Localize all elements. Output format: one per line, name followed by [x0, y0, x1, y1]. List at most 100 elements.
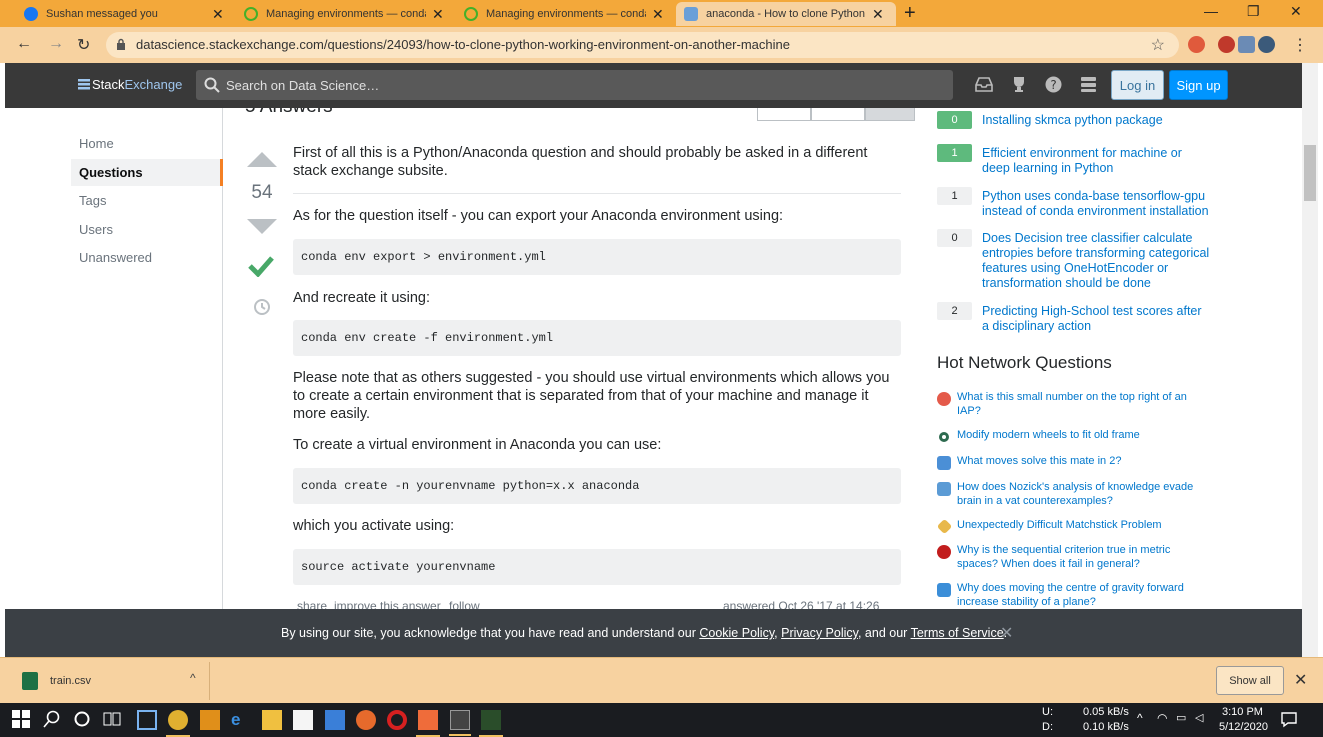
show-all-button[interactable]: Show all — [1216, 666, 1284, 695]
clock-date[interactable]: 5/12/2020 — [1219, 721, 1268, 733]
app-icon[interactable] — [137, 710, 157, 730]
close-window-icon[interactable]: ✕ — [1290, 3, 1302, 20]
sort-active-button[interactable] — [757, 108, 811, 121]
back-icon[interactable]: ← — [16, 35, 32, 53]
net-upload-label: U: — [1042, 706, 1053, 718]
wifi-icon[interactable]: ◠ — [1157, 711, 1167, 725]
terms-of-service-link[interactable]: Terms of Service — [911, 626, 1004, 640]
close-tab-icon[interactable]: ✕ — [432, 6, 444, 23]
excel-file-icon — [22, 672, 38, 690]
close-tab-icon[interactable]: ✕ — [652, 6, 664, 23]
close-tab-icon[interactable]: ✕ — [872, 6, 884, 23]
bookmark-star-icon[interactable]: ☆ — [1151, 35, 1165, 55]
hot-question-link[interactable]: How does Nozick's analysis of knowledge … — [957, 480, 1197, 508]
stackexchange-logo[interactable]: Stack Exchange — [78, 77, 182, 92]
store-icon[interactable] — [293, 710, 313, 730]
clock-time[interactable]: 3:10 PM — [1222, 706, 1263, 718]
related-question-link[interactable]: Predicting High-School test scores after… — [982, 304, 1210, 334]
nav-questions[interactable]: Questions — [71, 159, 223, 186]
extension-icon[interactable] — [1218, 36, 1235, 53]
download-item[interactable]: train.csv ^ — [8, 662, 210, 700]
nav-unanswered[interactable]: Unanswered — [71, 244, 223, 271]
close-icon[interactable]: ✕ — [1294, 670, 1307, 690]
search-icon[interactable] — [43, 710, 63, 730]
hot-question-link[interactable]: Why is the sequential criterion true in … — [957, 543, 1197, 571]
signup-button[interactable]: Sign up — [1169, 70, 1228, 100]
hot-question-link[interactable]: What is this small number on the top rig… — [957, 390, 1197, 418]
lock-icon — [117, 38, 125, 50]
hot-question-link[interactable]: Modify modern wheels to fit old frame — [957, 428, 1197, 442]
downvote-arrow-icon[interactable] — [247, 219, 277, 234]
mail-icon[interactable] — [325, 710, 345, 730]
forward-icon[interactable]: → — [48, 35, 64, 53]
search-input[interactable] — [226, 70, 926, 100]
notifications-icon[interactable] — [1280, 710, 1300, 730]
related-question-link[interactable]: Efficient environment for machine or dee… — [982, 146, 1210, 176]
cookie-text: By using our site, you acknowledge that … — [281, 626, 1007, 640]
related-question-link[interactable]: Does Decision tree classifier calculate … — [982, 231, 1210, 291]
page-scrollbar[interactable] — [1302, 63, 1318, 657]
achievements-icon[interactable] — [1010, 76, 1028, 93]
profile-avatar[interactable] — [1258, 36, 1275, 53]
sort-votes-button[interactable] — [865, 108, 915, 121]
scrollbar-thumb[interactable] — [1304, 145, 1316, 201]
login-button[interactable]: Log in — [1111, 70, 1164, 100]
site-search — [196, 70, 953, 100]
firefox-icon[interactable] — [356, 710, 376, 730]
task-view-icon[interactable] — [103, 710, 123, 730]
math-icon — [937, 545, 951, 559]
battery-icon[interactable]: ▭ — [1176, 711, 1186, 724]
hot-question-link[interactable]: Why does moving the centre of gravity fo… — [957, 581, 1197, 609]
opera-icon[interactable] — [387, 710, 407, 730]
sort-oldest-button[interactable] — [811, 108, 865, 121]
site-switcher-icon[interactable] — [1080, 76, 1097, 93]
terminal-icon[interactable] — [449, 710, 471, 736]
nav-home[interactable]: Home — [71, 130, 223, 157]
new-tab-icon[interactable]: + — [904, 2, 916, 25]
hot-question-link[interactable]: What moves solve this mate in 2? — [957, 454, 1197, 468]
browser-menu-icon[interactable]: ⋮ — [1292, 35, 1308, 55]
hot-question-link[interactable]: Unexpectedly Difficult Matchstick Proble… — [957, 518, 1197, 532]
follow-link[interactable]: follow — [449, 599, 480, 609]
close-icon[interactable]: ✕ — [1000, 623, 1013, 643]
help-icon[interactable]: ? — [1045, 76, 1062, 93]
cortana-icon[interactable] — [73, 710, 93, 730]
revision-history-icon[interactable] — [252, 297, 272, 317]
cookie-text-part: , and our — [857, 626, 911, 640]
tab-datascience-active[interactable]: anaconda - How to clone Python wo ✕ — [676, 2, 896, 26]
minimize-icon[interactable]: — — [1204, 3, 1218, 19]
privacy-policy-link[interactable]: Privacy Policy — [781, 626, 858, 640]
extension-icon[interactable] — [1188, 36, 1205, 53]
close-tab-icon[interactable]: ✕ — [212, 6, 224, 23]
browser-tab-strip: Sushan messaged you ✕ Managing environme… — [0, 0, 1323, 27]
chrome-icon[interactable] — [166, 710, 190, 737]
improve-answer-link[interactable]: improve this answer — [334, 599, 441, 609]
tray-chevron-up-icon[interactable]: ^ — [1137, 711, 1143, 725]
nav-tags[interactable]: Tags — [71, 187, 223, 214]
cookie-policy-link[interactable]: Cookie Policy — [699, 626, 774, 640]
nav-users[interactable]: Users — [71, 216, 223, 243]
tab-conda-2[interactable]: Managing environments — conda 4 ✕ — [456, 2, 676, 26]
windows-start-icon[interactable] — [12, 710, 32, 730]
volume-icon[interactable]: ◁ — [1195, 711, 1203, 724]
tab-label: anaconda - How to clone Python wo — [706, 8, 866, 20]
tab-conda-1[interactable]: Managing environments — conda 4 ✕ — [236, 2, 456, 26]
reload-icon[interactable]: ↻ — [77, 35, 90, 55]
svg-text:?: ? — [1050, 78, 1056, 92]
jupyter-icon[interactable] — [416, 710, 440, 737]
edge-icon[interactable]: e — [231, 710, 251, 730]
answer-paragraph: As for the question itself - you can exp… — [293, 208, 784, 224]
address-bar[interactable]: datascience.stackexchange.com/questions/… — [106, 32, 1179, 58]
app-icon[interactable] — [479, 710, 503, 737]
related-question-link[interactable]: Installing skmca python package — [982, 113, 1210, 128]
upvote-arrow-icon[interactable] — [247, 152, 277, 167]
file-explorer-icon[interactable] — [262, 710, 282, 730]
share-link[interactable]: share — [297, 599, 327, 609]
inbox-icon[interactable] — [975, 76, 993, 92]
sublime-icon[interactable] — [200, 710, 220, 730]
related-question-link[interactable]: Python uses conda-base tensorflow-gpu in… — [982, 189, 1210, 219]
tab-facebook[interactable]: Sushan messaged you ✕ — [16, 2, 236, 26]
extension-icon[interactable] — [1238, 36, 1255, 53]
maximize-icon[interactable]: ❐ — [1247, 3, 1260, 20]
chevron-up-icon[interactable]: ^ — [190, 671, 196, 685]
